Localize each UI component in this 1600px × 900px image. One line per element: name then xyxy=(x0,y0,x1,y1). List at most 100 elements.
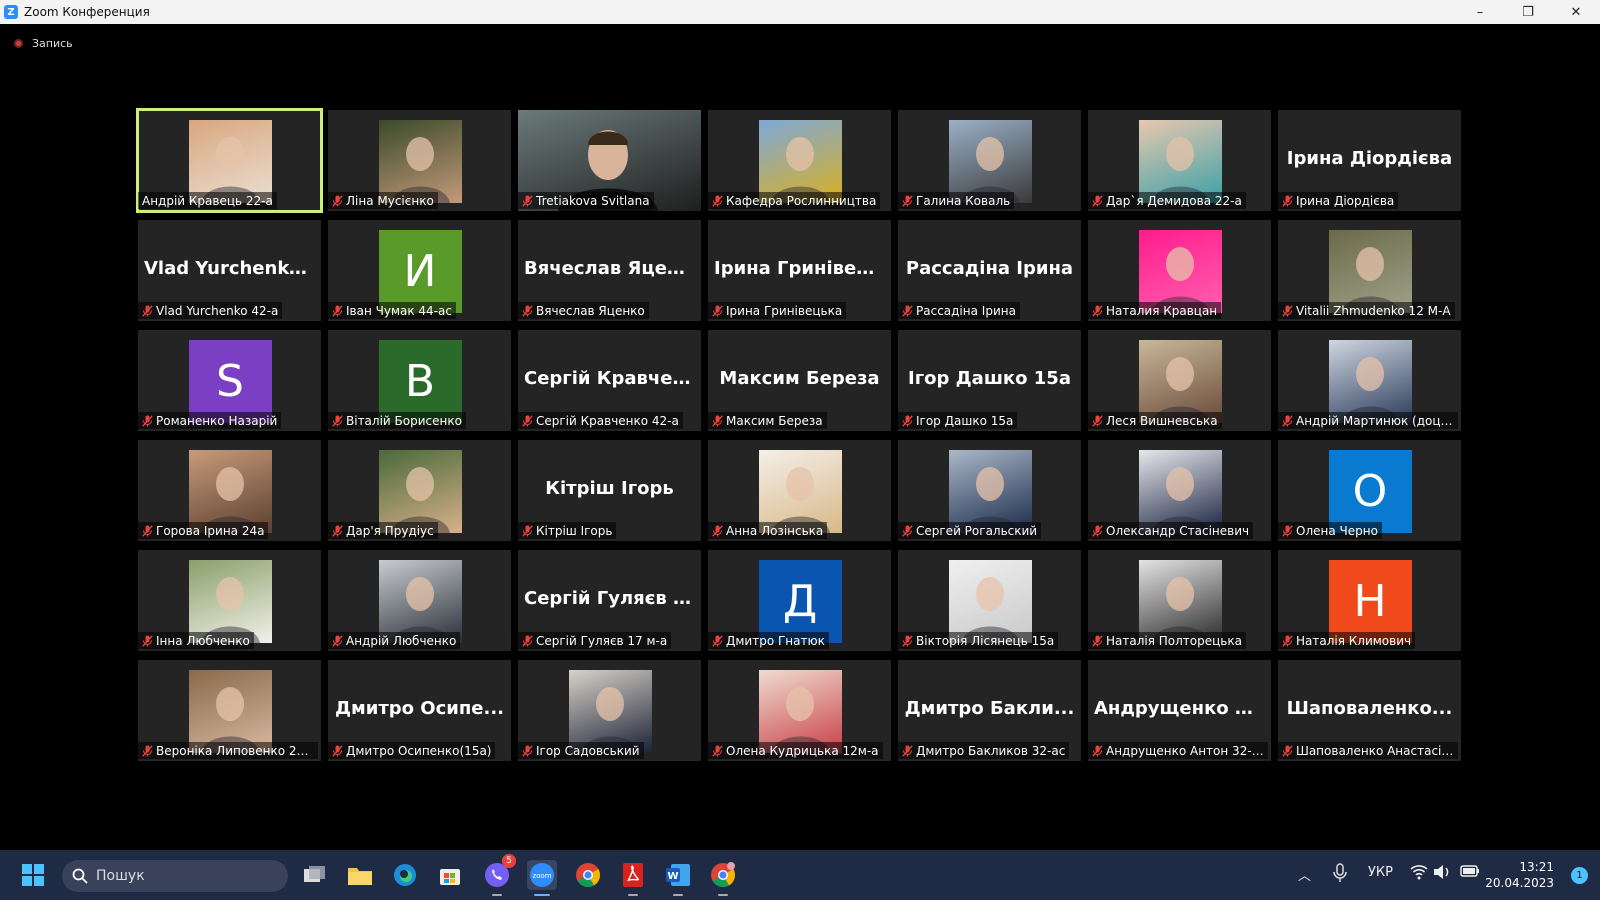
participant-photo xyxy=(758,450,842,533)
participant-tile[interactable]: Вікторія Лісянець 15а xyxy=(898,550,1081,651)
viber-icon[interactable]: 5 xyxy=(482,854,516,896)
participant-tile[interactable]: Ірина Діордієва Ірина Діордієва xyxy=(1278,110,1461,211)
participant-tile[interactable]: Вероніка Липовенко 24-... xyxy=(138,660,321,761)
task-view-icon[interactable] xyxy=(300,860,330,890)
chrome-icon[interactable] xyxy=(573,860,603,890)
edge-browser-icon[interactable] xyxy=(390,860,420,890)
participant-tile[interactable]: Горова Ірина 24а xyxy=(138,440,321,541)
battery-icon[interactable] xyxy=(1460,864,1480,882)
participant-tile[interactable]: Леся Вишневська xyxy=(1088,330,1271,431)
participant-tile[interactable]: Сергій Гуляєв 1... Сергій Гуляєв 17 м-а xyxy=(518,550,701,651)
microsoft-store-icon[interactable] xyxy=(435,860,465,890)
participant-tile[interactable]: Олена Кудрицька 12м-а xyxy=(708,660,891,761)
participant-tile[interactable]: О Олена Черно xyxy=(1278,440,1461,541)
wifi-icon[interactable] xyxy=(1410,864,1428,884)
close-button[interactable]: ✕ xyxy=(1552,0,1600,24)
participant-name: Наталия Кравцан xyxy=(1106,303,1218,318)
participant-tile[interactable]: Анна Лозінська xyxy=(708,440,891,541)
participant-tile[interactable]: Галина Коваль xyxy=(898,110,1081,211)
microphone-icon[interactable] xyxy=(1333,863,1347,887)
participant-tile[interactable]: Дар`я Демидова 22-а xyxy=(1088,110,1271,211)
participant-tile[interactable]: Андрій Мартинюк (доце... xyxy=(1278,330,1461,431)
windows-start-icon[interactable] xyxy=(18,860,48,890)
participant-name-label: Вячеслав Яценко xyxy=(518,302,649,319)
window-title: Zoom Конференция xyxy=(24,5,150,19)
participant-tile[interactable]: Наталія Полторецька xyxy=(1088,550,1271,651)
acrobat-icon[interactable] xyxy=(618,860,648,896)
participant-tile[interactable]: S Романенко Назарій xyxy=(138,330,321,431)
mic-muted-icon xyxy=(138,302,156,319)
participant-tile[interactable]: Рассадіна Ірина Рассадіна Ірина xyxy=(898,220,1081,321)
participant-tile[interactable]: И Іван Чумак 44-ас xyxy=(328,220,511,321)
participant-name-label: Леся Вишневська xyxy=(1088,412,1222,429)
participant-name: Vitalii Zhmudenko 12 М-А xyxy=(1296,303,1451,318)
notification-badge[interactable]: 1 xyxy=(1571,867,1588,884)
participant-photo xyxy=(1138,450,1222,533)
participant-tile[interactable]: Tretiakova Svitlana xyxy=(518,110,701,211)
mic-muted-icon xyxy=(708,192,726,209)
taskbar-search[interactable]: Пошук xyxy=(62,860,288,892)
participant-tile[interactable]: Інна Любченко xyxy=(138,550,321,651)
word-icon[interactable]: W xyxy=(663,860,693,896)
chrome-profile-icon[interactable] xyxy=(708,860,738,896)
participant-avatar: О xyxy=(1328,450,1412,533)
participant-tile[interactable]: Вячеслав Яценко Вячеслав Яценко xyxy=(518,220,701,321)
recording-indicator[interactable]: Запись xyxy=(14,37,73,50)
participant-tile[interactable]: B Віталій Борисенко xyxy=(328,330,511,431)
participant-name-label: Анна Лозінська xyxy=(708,522,828,539)
participant-tile[interactable]: Андрій Кравець 22-а xyxy=(136,108,323,213)
restore-button[interactable]: ❐ xyxy=(1504,0,1552,24)
participant-name-label: Дар'я Прудіус xyxy=(328,522,438,539)
mic-muted-icon xyxy=(328,192,346,209)
participant-tile[interactable]: Дар'я Прудіус xyxy=(328,440,511,541)
participant-tile[interactable]: Кітріш Ігорь Кітріш Ігорь xyxy=(518,440,701,541)
participant-name-label: Vlad Yurchenko 42-а xyxy=(138,302,283,319)
participant-tile[interactable]: Дмитро Бакли... Дмитро Бакликов 32-ас xyxy=(898,660,1081,761)
zoom-taskbar-icon[interactable]: zoom xyxy=(527,860,557,896)
mic-muted-icon xyxy=(1278,192,1296,209)
participant-tile[interactable]: Vlad Yurchenko... Vlad Yurchenko 42-а xyxy=(138,220,321,321)
system-clock[interactable]: 13:21 20.04.2023 xyxy=(1485,859,1554,891)
participant-name: Дар'я Прудіус xyxy=(346,523,434,538)
mic-muted-icon xyxy=(328,412,346,429)
participant-tile[interactable]: Сергей Рогальский xyxy=(898,440,1081,541)
participant-tile[interactable]: Ірина Гринівец... Ірина Гринівецька xyxy=(708,220,891,321)
participant-name: Наталія Климович xyxy=(1296,633,1412,648)
participant-display-name: Максим Береза xyxy=(719,368,880,389)
chevron-up-icon[interactable]: ︿ xyxy=(1298,865,1311,884)
participant-tile[interactable]: Vitalii Zhmudenko 12 М-А xyxy=(1278,220,1461,321)
participant-name-label: Дмитро Гнатюк xyxy=(708,632,829,649)
participant-tile[interactable]: Н Наталія Климович xyxy=(1278,550,1461,651)
participant-photo xyxy=(378,560,462,643)
minimize-button[interactable]: – xyxy=(1456,0,1504,24)
language-indicator[interactable]: УКР xyxy=(1368,865,1393,880)
participant-tile[interactable]: Максим Береза Максим Береза xyxy=(708,330,891,431)
viber-badge: 5 xyxy=(502,854,516,868)
participant-avatar: B xyxy=(378,340,462,423)
participant-tile[interactable]: Кафедра Рослинництва xyxy=(708,110,891,211)
participant-tile[interactable]: Олександр Стасіневич xyxy=(1088,440,1271,541)
mic-muted-icon xyxy=(328,742,346,759)
participant-tile[interactable]: Шаповаленко... Шаповаленко Анастасія, ... xyxy=(1278,660,1461,761)
participant-tile[interactable]: Андрій Любченко xyxy=(328,550,511,651)
participant-name: Андрій Мартинюк (доце... xyxy=(1296,413,1454,428)
participant-tile[interactable]: Дмитро Осипе... Дмитро Осипенко(15а) xyxy=(328,660,511,761)
participant-name-label: Горова Ірина 24а xyxy=(138,522,269,539)
participant-name-label: Рассадіна Ірина xyxy=(898,302,1020,319)
participant-name: Інна Любченко xyxy=(156,633,250,648)
participant-name: Ігор Садовський xyxy=(536,743,640,758)
participant-tile[interactable]: Сергій Кравчен... Сергій Кравченко 42-а xyxy=(518,330,701,431)
participant-display-name: Ірина Діордієва xyxy=(1286,148,1453,169)
participant-tile[interactable]: Наталия Кравцан xyxy=(1088,220,1271,321)
mic-muted-icon xyxy=(1278,412,1296,429)
participant-tile[interactable]: Андрущенко А... Андрущенко Антон 32-ас xyxy=(1088,660,1271,761)
participant-tile[interactable]: Ліна Мусієнко xyxy=(328,110,511,211)
participant-name-label: Сергій Гуляєв 17 м-а xyxy=(518,632,672,649)
participant-display-name: Дмитро Бакли... xyxy=(904,698,1075,719)
file-explorer-icon[interactable] xyxy=(345,860,375,890)
participant-tile[interactable]: Ігор Садовський xyxy=(518,660,701,761)
participant-tile[interactable]: Д Дмитро Гнатюк xyxy=(708,550,891,651)
participant-tile[interactable]: Ігор Дашко 15а Ігор Дашко 15а xyxy=(898,330,1081,431)
volume-icon[interactable] xyxy=(1433,864,1451,884)
participant-name: Андрущенко Антон 32-ас xyxy=(1106,743,1264,758)
